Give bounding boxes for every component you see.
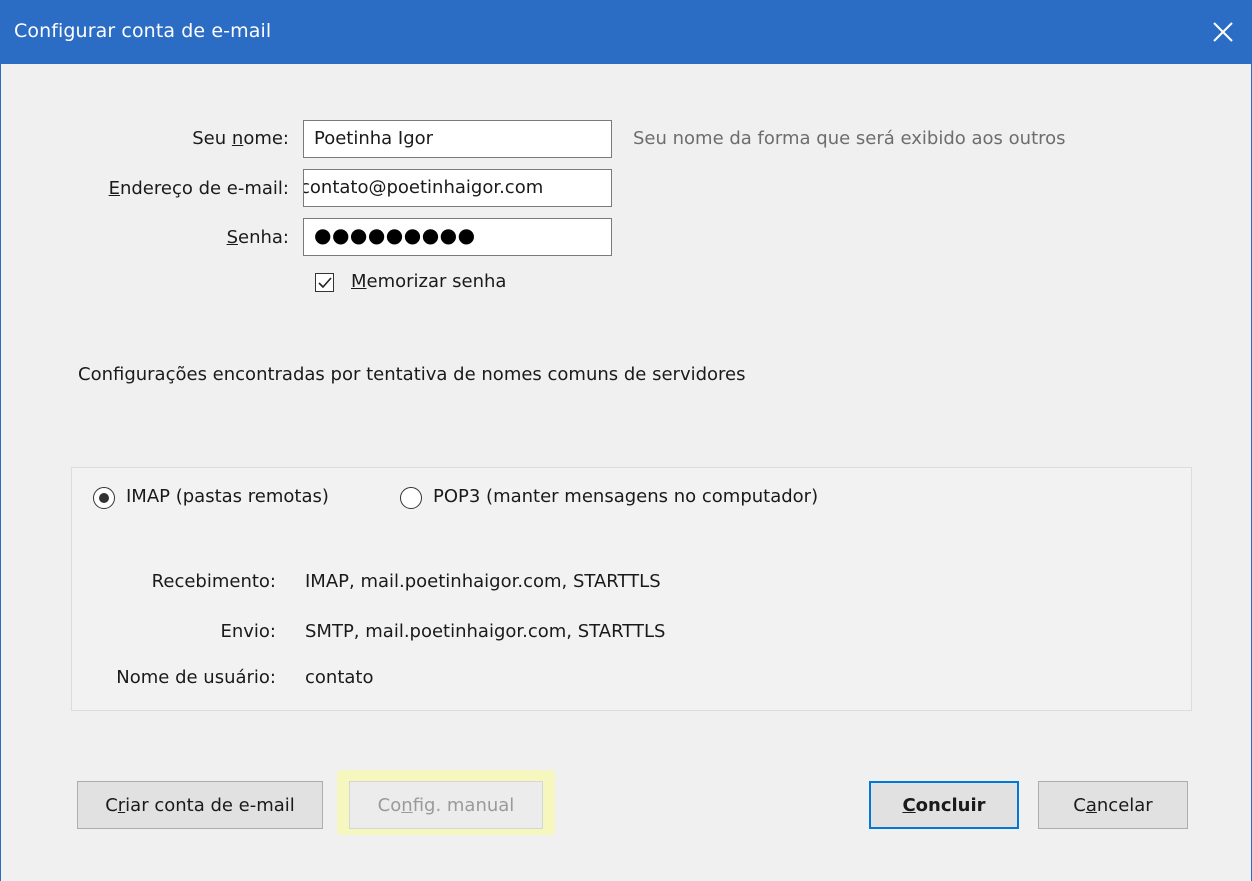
close-button[interactable] <box>1191 0 1252 64</box>
imap-label: IMAP (pastas remotas) <box>126 486 329 507</box>
name-label: Seu nome: <box>192 128 289 149</box>
account-setup-dialog: Configurar conta de e-mail Seu nome: Poe… <box>0 0 1252 881</box>
incoming-label: Recebimento: <box>151 571 276 592</box>
manual-config-button[interactable]: Co n fig. manual <box>349 781 543 829</box>
outgoing-label: Envio: <box>220 621 276 642</box>
name-hint: Seu nome da forma que será exibido aos o… <box>633 128 1066 149</box>
email-field[interactable]: contato@poetinhaigor.com <box>303 169 612 207</box>
username-label: Nome de usuário: <box>116 667 276 688</box>
pop3-label: POP3 (manter mensagens no computador) <box>433 486 819 507</box>
status-message: Configurações encontradas por tentativa … <box>78 364 746 385</box>
password-label: Senha: <box>226 227 289 248</box>
checkbox-box <box>315 273 334 292</box>
close-icon <box>1213 22 1233 42</box>
done-button[interactable]: Concluir <box>869 781 1019 829</box>
radio-dot <box>99 493 109 503</box>
radio-circle <box>400 487 422 509</box>
radio-circle <box>93 487 115 509</box>
name-field[interactable]: Poetinha Igor <box>303 120 612 158</box>
incoming-value: IMAP, mail.poetinhaigor.com, STARTTLS <box>305 571 661 592</box>
window-title: Configurar conta de e-mail <box>14 20 272 42</box>
checkmark-icon <box>318 277 332 289</box>
outgoing-value: SMTP, mail.poetinhaigor.com, STARTTLS <box>305 621 666 642</box>
create-account-button[interactable]: Cr iar conta de e-mail <box>77 781 323 829</box>
username-value: contato <box>305 667 374 688</box>
title-bar: Configurar conta de e-mail <box>1 0 1252 64</box>
cancel-button[interactable]: Ca ncelar <box>1038 781 1188 829</box>
password-field[interactable]: ●●●●●●●●● <box>303 218 612 256</box>
email-label: Endereço de e-mail: <box>108 178 289 199</box>
remember-password-label: Memorizar senha <box>351 271 507 292</box>
